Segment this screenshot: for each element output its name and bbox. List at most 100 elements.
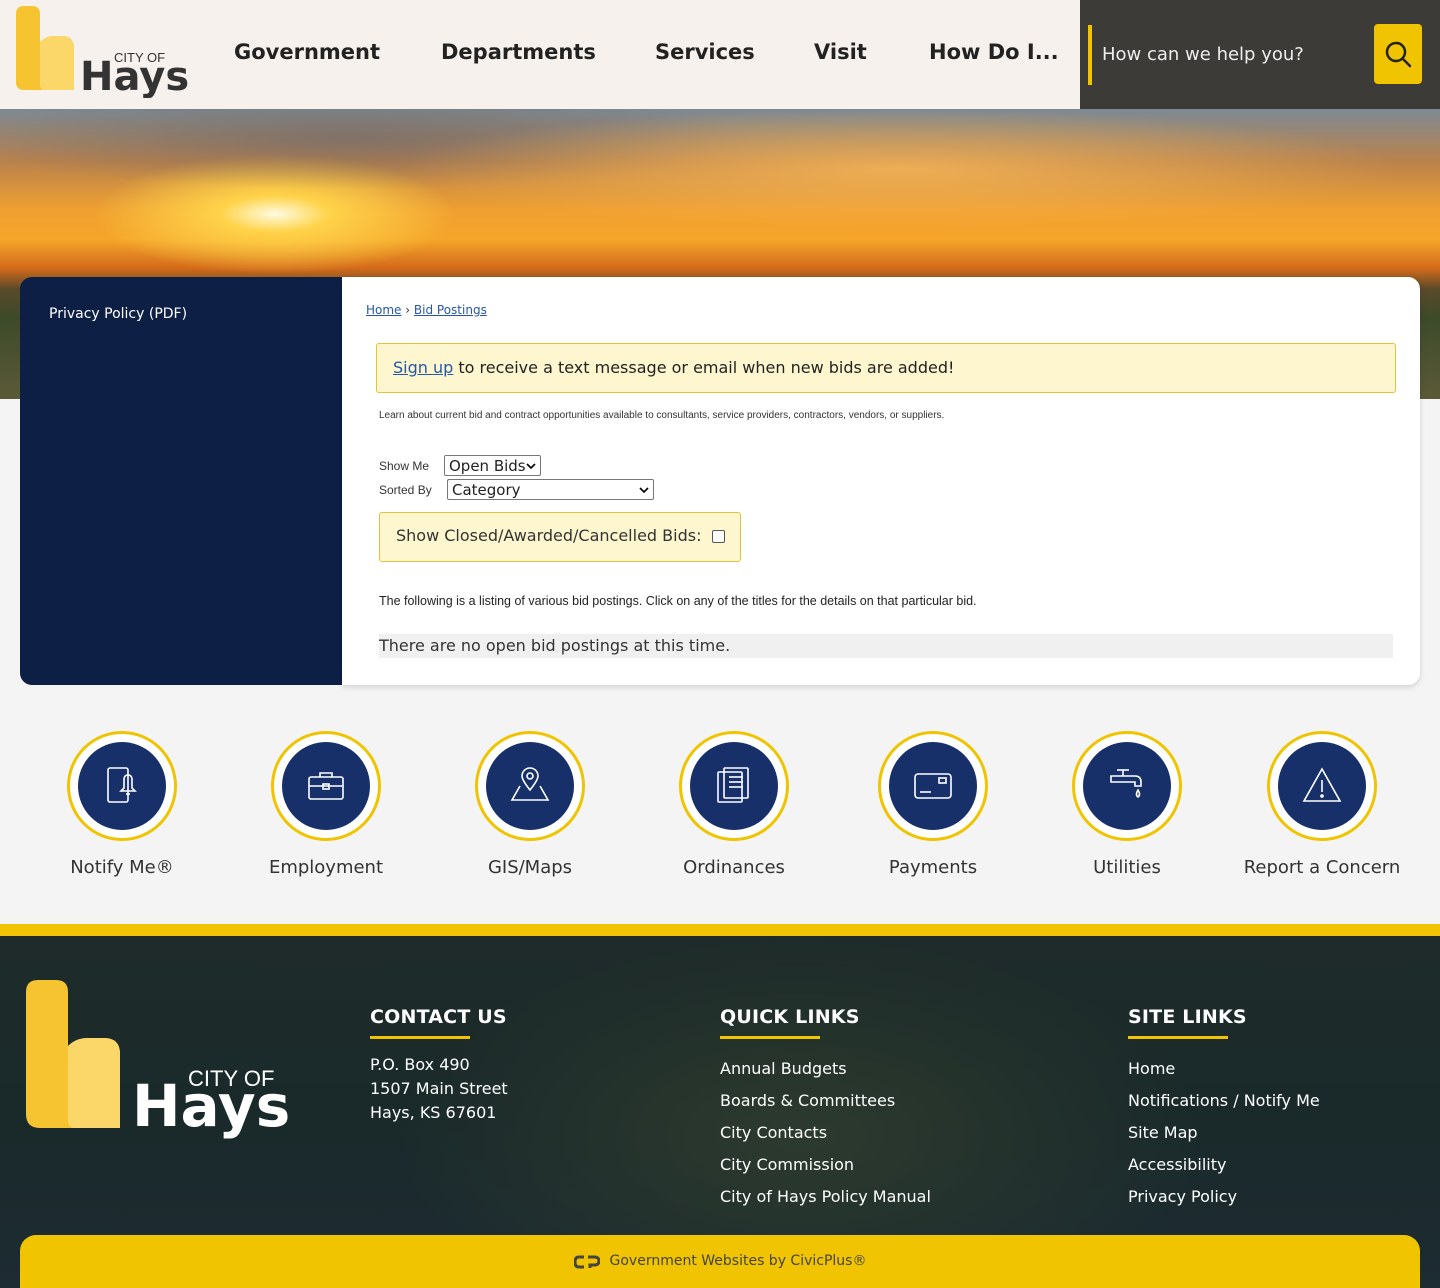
footer-logo-hays: Hays: [132, 1072, 290, 1140]
site-header: CITY OF Hays Government Departments Serv…: [0, 0, 1440, 109]
quick-link-label: Payments: [888, 857, 978, 878]
civicplus-credit-bar: Government Websites by CivicPlus®: [20, 1235, 1420, 1288]
quick-link-gis-maps[interactable]: GIS/Maps: [430, 731, 630, 878]
footer-link-policy-manual[interactable]: City of Hays Policy Manual: [720, 1181, 931, 1213]
map-pin-icon: [510, 767, 550, 801]
breadcrumb: Home › Bid Postings: [366, 303, 487, 317]
nav-government[interactable]: Government: [234, 40, 380, 64]
footer-quick-links-heading: QUICK LINKS: [720, 1006, 860, 1028]
footer-link-site-map[interactable]: Site Map: [1128, 1117, 1320, 1149]
quick-link-label: Employment: [268, 857, 384, 878]
quick-link-label: Notify Me®: [70, 857, 174, 878]
address-line: 1507 Main Street: [370, 1079, 508, 1098]
show-closed-label: Show Closed/Awarded/Cancelled Bids:: [396, 526, 702, 545]
quick-link-label: Utilities: [1093, 857, 1161, 878]
show-closed-box: Show Closed/Awarded/Cancelled Bids:: [379, 512, 741, 562]
heading-underline: [370, 1036, 470, 1039]
search-button[interactable]: [1374, 24, 1422, 84]
sorted-by-select[interactable]: Category: [447, 479, 654, 500]
search-icon: [1385, 41, 1412, 68]
quick-link-ring: [1072, 731, 1182, 841]
quick-link-ordinances[interactable]: Ordinances: [634, 731, 834, 878]
listing-description: The following is a listing of various bi…: [379, 594, 977, 608]
card-icon: [914, 773, 952, 799]
footer-contact-heading: CONTACT US: [370, 1006, 507, 1028]
quick-link-employment[interactable]: Employment: [226, 731, 426, 878]
quick-link-ring: [271, 731, 381, 841]
show-closed-checkbox[interactable]: [712, 530, 725, 543]
heading-underline: [720, 1036, 820, 1039]
search-accent-bar: [1088, 25, 1092, 85]
quick-link-payments[interactable]: Payments: [833, 731, 1033, 878]
footer-link-notifications[interactable]: Notifications / Notify Me: [1128, 1085, 1320, 1117]
quick-link-disc: [1083, 742, 1171, 830]
quick-link-disc: [78, 742, 166, 830]
city-logo[interactable]: CITY OF Hays: [14, 6, 194, 98]
phone-bell-icon: [107, 767, 137, 803]
quick-link-disc: [1278, 742, 1366, 830]
nav-how-do-i[interactable]: How Do I...: [929, 40, 1059, 64]
address-line: Hays, KS 67601: [370, 1103, 497, 1122]
footer-link-city-contacts[interactable]: City Contacts: [720, 1117, 931, 1149]
show-me-value: Open Bids: [449, 456, 526, 475]
sorted-by-label: Sorted By: [379, 483, 432, 497]
signup-alert: Sign up to receive a text message or ema…: [376, 343, 1396, 393]
quick-link-ring: [679, 731, 789, 841]
search-input[interactable]: [1102, 34, 1362, 74]
heading-underline: [1128, 1036, 1228, 1039]
quick-link-ring: [475, 731, 585, 841]
warning-icon: [1302, 767, 1342, 802]
footer-link-annual-budgets[interactable]: Annual Budgets: [720, 1053, 931, 1085]
footer-link-home[interactable]: Home: [1128, 1053, 1320, 1085]
civicplus-logo-icon: [573, 1255, 600, 1269]
nav-visit[interactable]: Visit: [814, 40, 867, 64]
show-me-label: Show Me: [379, 459, 430, 473]
chevron-down-icon: [526, 462, 536, 469]
quick-link-label: Report a Concern: [1243, 857, 1401, 878]
quick-link-label: GIS/Maps: [487, 857, 573, 878]
footer-site-links-heading: SITE LINKS: [1128, 1006, 1247, 1028]
footer-logo[interactable]: CITY OF Hays: [24, 980, 314, 1140]
no-bids-message: There are no open bid postings at this t…: [379, 634, 1393, 658]
chevron-down-icon: [639, 486, 649, 493]
footer-link-city-commission[interactable]: City Commission: [720, 1149, 931, 1181]
hero-clouds: [0, 109, 1440, 229]
quick-link-report-concern[interactable]: Report a Concern: [1222, 731, 1422, 878]
signup-link[interactable]: Sign up: [393, 358, 453, 377]
quick-link-disc: [690, 742, 778, 830]
footer-link-boards-committees[interactable]: Boards & Committees: [720, 1085, 931, 1117]
nav-departments[interactable]: Departments: [441, 40, 596, 64]
breadcrumb-separator: ›: [405, 303, 411, 317]
quick-link-ring: [67, 731, 177, 841]
footer-link-accessibility[interactable]: Accessibility: [1128, 1149, 1320, 1181]
quick-link-ring: [1267, 731, 1377, 841]
breadcrumb-home[interactable]: Home: [366, 303, 401, 317]
quick-link-label: Ordinances: [683, 857, 785, 878]
sidebar-link-privacy-policy[interactable]: Privacy Policy (PDF): [49, 306, 187, 322]
civicplus-credit[interactable]: Government Websites by CivicPlus®: [610, 1253, 867, 1288]
site-footer: CITY OF Hays CONTACT US P.O. Box 490 150…: [0, 924, 1440, 1288]
show-me-select[interactable]: Open Bids: [444, 455, 541, 476]
sorted-by-value: Category: [452, 480, 521, 499]
intro-text: Learn about current bid and contract opp…: [379, 410, 945, 421]
quick-link-notify-me[interactable]: Notify Me®: [22, 731, 222, 878]
nav-services[interactable]: Services: [655, 40, 755, 64]
briefcase-icon: [308, 772, 344, 800]
quick-link-disc: [282, 742, 370, 830]
sidebar: Privacy Policy (PDF): [20, 277, 342, 685]
documents-icon: [717, 767, 749, 803]
quick-link-disc: [889, 742, 977, 830]
breadcrumb-bid-postings[interactable]: Bid Postings: [414, 303, 487, 317]
address-line: P.O. Box 490: [370, 1055, 470, 1074]
quick-link-disc: [486, 742, 574, 830]
footer-quick-links: QUICK LINKS Annual Budgets Boards & Comm…: [720, 1006, 931, 1213]
footer-contact: CONTACT US P.O. Box 490 1507 Main Street…: [370, 1006, 508, 1125]
footer-site-links: SITE LINKS Home Notifications / Notify M…: [1128, 1006, 1320, 1213]
quick-link-utilities[interactable]: Utilities: [1027, 731, 1227, 878]
main-content: Home › Bid Postings Sign up to receive a…: [342, 277, 1420, 685]
search-area: [1080, 0, 1440, 109]
quick-link-ring: [878, 731, 988, 841]
signup-text: to receive a text message or email when …: [453, 358, 955, 377]
footer-link-privacy-policy[interactable]: Privacy Policy: [1128, 1181, 1320, 1213]
logo-hays: Hays: [80, 54, 189, 98]
